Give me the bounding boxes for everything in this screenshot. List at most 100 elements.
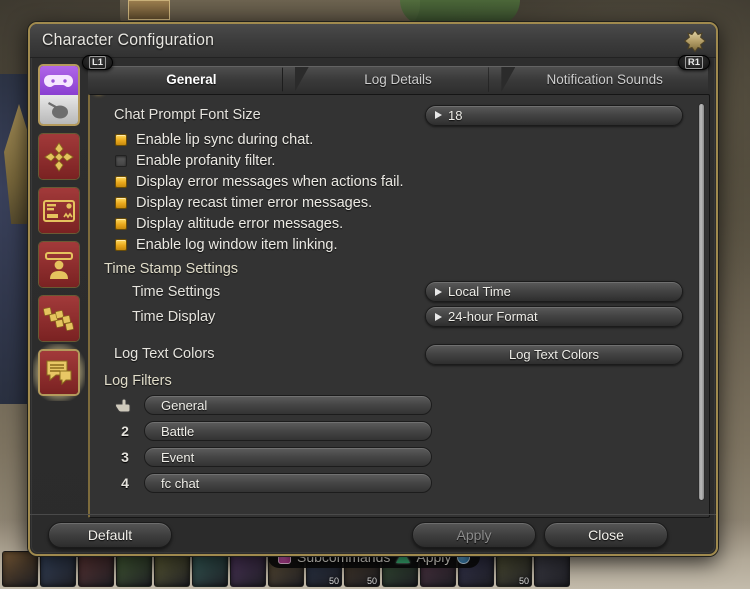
checkbox-checked-icon[interactable] bbox=[115, 238, 127, 251]
log-filter-label: Battle bbox=[161, 423, 195, 439]
hotbar-slot[interactable] bbox=[230, 551, 266, 587]
log-filters-heading: Log Filters bbox=[104, 373, 172, 389]
gamepad-icon bbox=[40, 66, 78, 95]
tab-log-details-label: Log Details bbox=[364, 72, 432, 87]
chat-prompt-font-size-label: Chat Prompt Font Size bbox=[114, 107, 261, 123]
time-display-label: Time Display bbox=[132, 308, 216, 325]
window-titlebar: Character Configuration bbox=[30, 24, 716, 58]
pointing-hand-icon bbox=[114, 396, 136, 415]
hotbar-slot[interactable] bbox=[154, 551, 190, 587]
hotbar-slot[interactable] bbox=[534, 551, 570, 587]
hotbar-slot[interactable] bbox=[2, 551, 38, 587]
hotbar-blocks-icon bbox=[43, 306, 74, 331]
checkbox-checked-icon[interactable] bbox=[115, 175, 127, 188]
hotbar-slot[interactable] bbox=[40, 551, 76, 587]
time-display-value: 24-hour Format bbox=[448, 309, 538, 324]
bumper-l1-badge: L1 bbox=[82, 55, 114, 70]
sidebar-item-log-window-settings[interactable] bbox=[33, 344, 85, 401]
hotbar-slot[interactable] bbox=[116, 551, 152, 587]
checkbox-label: Enable lip sync during chat. bbox=[136, 131, 314, 148]
hotbar-slot[interactable] bbox=[78, 551, 114, 587]
apply-button-label: Apply bbox=[456, 526, 492, 543]
checkbox-row[interactable]: Enable lip sync during chat. bbox=[90, 129, 695, 150]
tab-general[interactable]: General bbox=[88, 66, 295, 92]
checkbox-row[interactable]: Display recast timer error messages. bbox=[90, 192, 695, 213]
close-button[interactable]: Close bbox=[544, 521, 668, 548]
log-text-colors-row: Log Text Colors Log Text Colors bbox=[90, 337, 695, 371]
panel-scrollbar[interactable] bbox=[697, 101, 706, 511]
apply-button[interactable]: Apply bbox=[412, 521, 536, 548]
checkbox-label: Display error messages when actions fail… bbox=[136, 173, 404, 190]
close-star-icon[interactable] bbox=[683, 29, 707, 53]
tab-notification-sounds-label: Notification Sounds bbox=[546, 72, 663, 87]
default-button-label: Default bbox=[87, 526, 133, 543]
log-filter-pill[interactable]: fc chat bbox=[144, 473, 432, 493]
panel-scrollbar-thumb[interactable] bbox=[698, 103, 705, 501]
time-settings-label: Time Settings bbox=[132, 283, 221, 300]
log-filter-label: fc chat bbox=[161, 475, 200, 491]
chat-prompt-font-size-row: Chat Prompt Font Size 18 bbox=[90, 101, 695, 129]
sidebar-item-movement-settings[interactable] bbox=[38, 133, 80, 180]
log-filter-pill[interactable]: General bbox=[144, 395, 432, 415]
four-way-arrow-icon bbox=[44, 141, 74, 172]
checkbox-unchecked-icon[interactable] bbox=[115, 154, 127, 167]
bumper-r1-badge: R1 bbox=[677, 55, 710, 70]
log-text-colors-button[interactable]: Log Text Colors bbox=[425, 343, 683, 365]
character-configuration-window: Character Configuration L1 General Log D… bbox=[28, 22, 718, 556]
checkbox-label: Enable log window item linking. bbox=[136, 236, 338, 253]
hud-card-icon bbox=[43, 199, 75, 222]
dropdown-arrow-icon bbox=[435, 111, 442, 119]
log-filter-row[interactable]: General bbox=[114, 392, 695, 418]
log-text-colors-label: Log Text Colors bbox=[114, 346, 215, 362]
checkbox-label: Display altitude error messages. bbox=[136, 215, 344, 232]
checkbox-row[interactable]: Display error messages when actions fail… bbox=[90, 171, 695, 192]
tab-notification-sounds[interactable]: Notification Sounds bbox=[501, 66, 709, 92]
filter-key-number: 4 bbox=[121, 475, 129, 491]
checkbox-checked-icon[interactable] bbox=[115, 196, 127, 209]
checkbox-row[interactable]: Enable log window item linking. bbox=[90, 234, 695, 255]
dropdown-arrow-icon bbox=[435, 287, 442, 296]
close-button-label: Close bbox=[588, 526, 624, 543]
log-filter-label: General bbox=[161, 397, 208, 413]
sidebar-item-name-display-settings[interactable] bbox=[38, 241, 80, 288]
mouse-icon bbox=[40, 95, 78, 124]
general-checkbox-group: Enable lip sync during chat. Enable profa… bbox=[90, 129, 695, 255]
checkbox-row[interactable]: Display altitude error messages. bbox=[90, 213, 695, 234]
settings-sidebar bbox=[30, 58, 86, 518]
tab-bar: L1 General Log Details Notification Soun… bbox=[82, 55, 710, 92]
sidebar-item-controls-gamepad-mouse[interactable] bbox=[38, 64, 80, 126]
time-display-dropdown[interactable]: 24-hour Format bbox=[425, 306, 683, 327]
filter-key-number: 3 bbox=[121, 449, 129, 465]
log-text-colors-button-label: Log Text Colors bbox=[508, 346, 600, 362]
game-screen: 50 50 50 Subcommands Apply Character Confi… bbox=[0, 0, 750, 589]
hotbar-slot-count: 50 bbox=[366, 576, 377, 586]
window-footer: Default Apply Close bbox=[30, 514, 716, 554]
log-filter-pill[interactable]: Battle bbox=[144, 421, 432, 441]
time-settings-dropdown[interactable]: Local Time bbox=[425, 281, 683, 302]
hotbar-slot-count: 50 bbox=[328, 576, 339, 586]
checkbox-row[interactable]: Enable profanity filter. bbox=[90, 150, 695, 171]
time-settings-value: Local Time bbox=[448, 284, 511, 299]
filter-key-number: 2 bbox=[121, 423, 129, 439]
general-settings-panel: Chat Prompt Font Size 18 Enable lip sync… bbox=[88, 94, 710, 518]
default-button[interactable]: Default bbox=[48, 521, 172, 548]
log-filter-row[interactable]: 4 fc chat bbox=[114, 470, 695, 496]
chat-prompt-font-size-dropdown[interactable]: 18 bbox=[425, 104, 683, 126]
sidebar-item-hotbar-settings[interactable] bbox=[38, 295, 80, 342]
sidebar-item-hud-settings[interactable] bbox=[38, 187, 80, 234]
hotbar-slot-count: 50 bbox=[518, 576, 529, 586]
checkbox-label: Display recast timer error messages. bbox=[136, 194, 373, 211]
chat-log-icon bbox=[46, 360, 72, 385]
log-filter-row[interactable]: 3 Event bbox=[114, 444, 695, 470]
hotbar-slot[interactable]: 50 bbox=[496, 551, 532, 587]
log-filter-pill[interactable]: Event bbox=[144, 447, 432, 467]
checkbox-label: Enable profanity filter. bbox=[136, 152, 276, 169]
time-settings-row: Time Settings Local Time bbox=[90, 279, 695, 304]
checkbox-checked-icon[interactable] bbox=[115, 133, 127, 146]
hotbar-slot[interactable] bbox=[192, 551, 228, 587]
tab-general-label: General bbox=[166, 72, 217, 87]
log-filters-list: General 2 Battle 3 Event 4 fc chat bbox=[90, 391, 695, 496]
log-filter-row[interactable]: 2 Battle bbox=[114, 418, 695, 444]
checkbox-checked-icon[interactable] bbox=[115, 217, 127, 230]
tab-log-details[interactable]: Log Details bbox=[294, 66, 502, 92]
